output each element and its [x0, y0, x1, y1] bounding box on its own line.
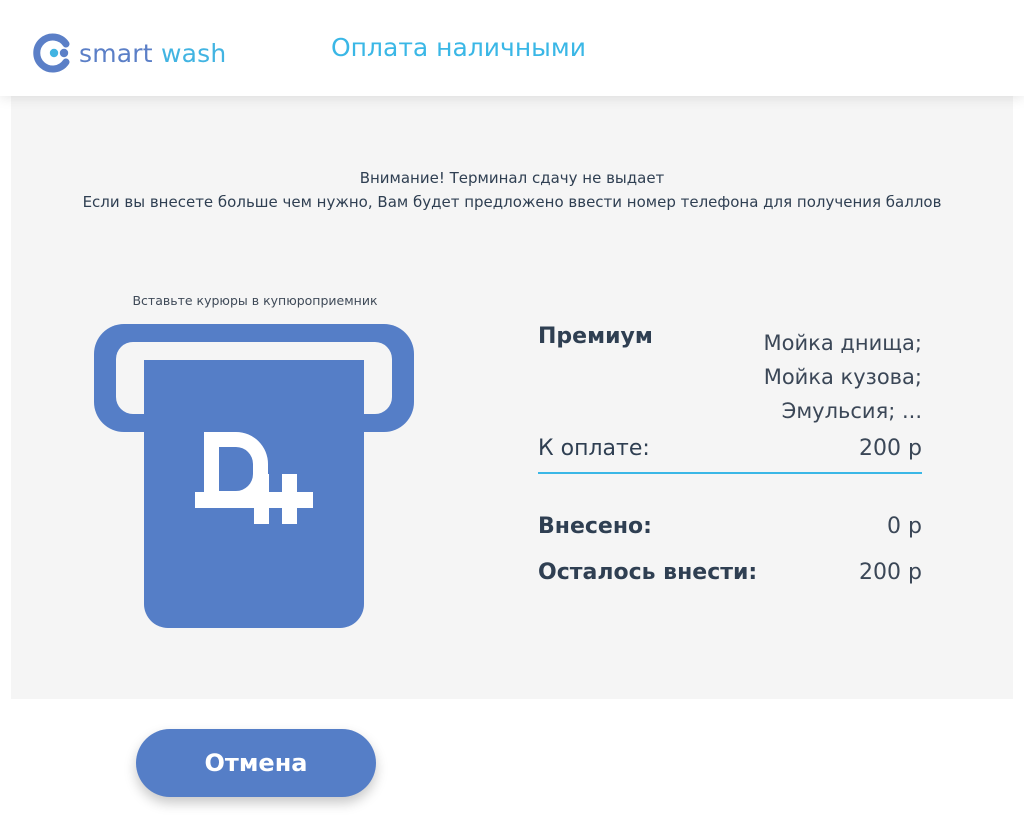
bill-acceptor-ruble-icon	[94, 324, 414, 628]
deposited-row: Внесено: 0 р	[538, 514, 922, 539]
to-pay-value: 200 р	[859, 436, 922, 461]
insert-bills-label: Вставьте курюры в купюроприемник	[132, 293, 378, 308]
logo: smart wash	[33, 33, 226, 73]
payment-screen: smart wash Оплата наличными Внимание! Те…	[0, 0, 1024, 819]
service-item: Мойка кузова;	[763, 365, 922, 389]
deposited-label: Внесено:	[538, 514, 652, 539]
service-item: Мойка днища;	[763, 331, 922, 355]
to-pay-label: К оплате:	[538, 436, 650, 461]
smart-wash-logo-icon	[33, 33, 70, 73]
remaining-value: 200 р	[859, 560, 922, 585]
service-items: Мойка днища; Мойка кузова; Эмульсия; ...	[764, 326, 922, 428]
logo-word-wash: wash	[160, 38, 227, 68]
order-details: Премиум Мойка днища; Мойка кузова; Эмуль…	[538, 96, 922, 699]
header: smart wash Оплата наличными	[0, 0, 1024, 96]
logo-text: smart wash	[79, 39, 226, 68]
remaining-row: Осталось внести: 200 р	[538, 560, 922, 585]
logo-word-smart: smart	[79, 38, 153, 68]
divider	[538, 472, 922, 474]
cancel-button[interactable]: Отмена	[136, 729, 376, 797]
to-pay-row: К оплате: 200 р	[538, 436, 922, 461]
deposited-value: 0 р	[887, 514, 922, 539]
page-title: Оплата наличными	[331, 33, 587, 62]
service-item: Эмульсия; ...	[781, 399, 922, 423]
service-name: Премиум	[538, 324, 653, 349]
remaining-label: Осталось внести:	[538, 560, 758, 585]
payment-panel: Внимание! Терминал сдачу не выдает Если …	[11, 96, 1013, 699]
